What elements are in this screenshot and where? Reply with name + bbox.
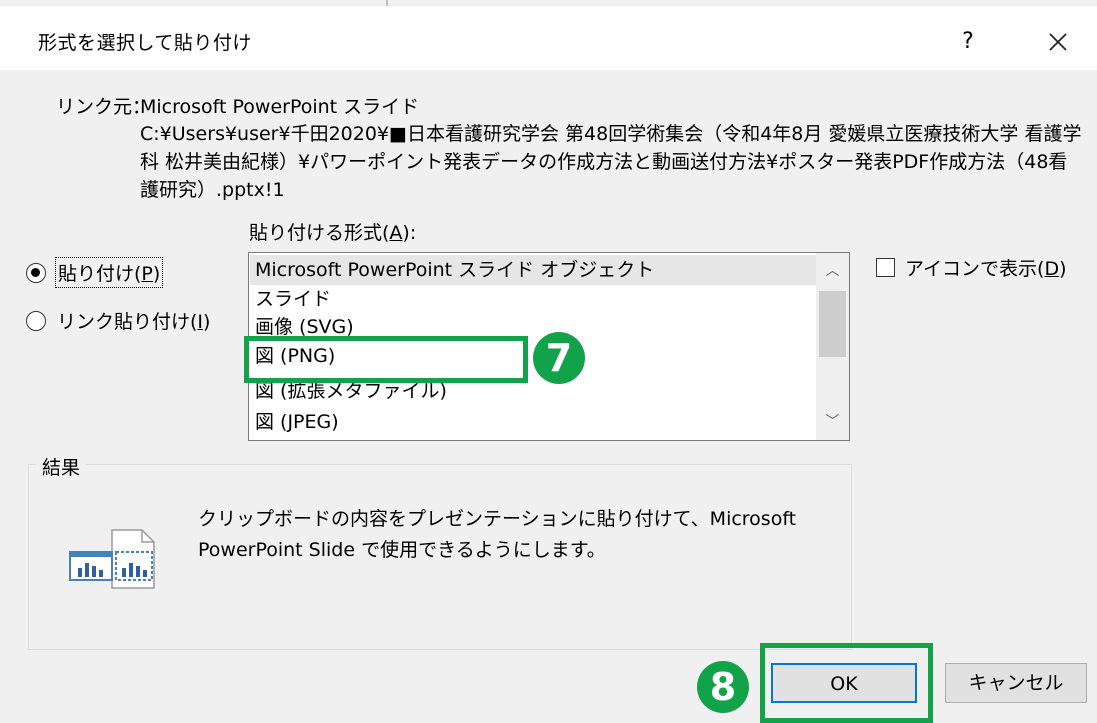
format-list-label: 貼り付ける形式(A): (249, 218, 416, 245)
scroll-up-button[interactable]: ︿ (816, 253, 849, 289)
display-as-icon-label: アイコンで表示(D) (905, 254, 1067, 281)
paste-radio-end: ) (152, 263, 161, 285)
chevron-down-icon: ﹀ (825, 414, 840, 430)
result-label: 結果 (36, 453, 87, 480)
paste-radio-indicator[interactable] (26, 262, 46, 283)
display-as-icon-end: ) (1059, 258, 1067, 280)
step8-badge: 8 (697, 661, 749, 713)
question-icon: ? (962, 29, 974, 54)
paste-link-radio-end: ) (203, 311, 211, 333)
ok-button[interactable]: OK (771, 663, 917, 703)
source-label: リンク元： (56, 96, 152, 118)
list-item[interactable]: Microsoft PowerPoint スライド オブジェクト (250, 255, 816, 285)
paste-link-radio-indicator[interactable] (26, 310, 46, 331)
help-button[interactable]: ? (944, 22, 992, 62)
paste-radio[interactable]: 貼り付け(P) (26, 257, 164, 288)
paste-radio-text: 貼り付け( (58, 263, 142, 285)
cancel-button[interactable]: キャンセル (945, 663, 1087, 703)
display-as-icon-checkbox-box[interactable] (876, 258, 895, 277)
format-label-text: 貼り付ける形式( (249, 222, 390, 244)
scroll-thumb[interactable] (819, 291, 846, 357)
list-item[interactable]: 図 (拡張メタファイル) (255, 376, 447, 406)
step7-badge: 7 (533, 332, 585, 384)
format-list-scrollbar[interactable]: ︿ ﹀ (816, 253, 849, 440)
format-label-key: A (389, 222, 403, 244)
close-icon (1049, 33, 1067, 51)
list-item[interactable]: 図 (PNG) (255, 341, 335, 371)
paste-slide-icon (68, 526, 160, 600)
list-item[interactable]: 図 (JPEG) (255, 407, 339, 437)
list-item[interactable]: スライド (255, 284, 331, 314)
source-path: C:¥Users¥user¥千田2020¥■日本看護研究学会 第48回学術集会（… (140, 123, 1082, 201)
paste-link-radio-text: リンク貼り付け( (57, 311, 198, 333)
paste-link-radio-label: リンク貼り付け(I) (57, 307, 210, 334)
paste-radio-key: P (141, 263, 153, 285)
dialog-title: 形式を選択して貼り付け (38, 32, 252, 54)
paste-special-dialog: 形式を選択して貼り付け ? リンク元： Microsoft PowerPoint… (0, 0, 1097, 723)
result-description: クリップボードの内容をプレゼンテーションに貼り付けて、Microsoft Pow… (198, 508, 797, 561)
chevron-up-icon: ︿ (825, 263, 840, 279)
list-item[interactable]: 画像 (SVG) (255, 312, 354, 342)
source-name: Microsoft PowerPoint スライド (140, 96, 420, 118)
paste-radio-label: 貼り付け(P) (54, 257, 164, 288)
format-label-end: ): (402, 222, 417, 244)
close-button[interactable] (1030, 22, 1086, 62)
scroll-down-button[interactable]: ﹀ (816, 404, 849, 440)
display-as-icon-checkbox[interactable]: アイコンで表示(D) (876, 254, 1067, 281)
paste-link-radio[interactable]: リンク貼り付け(I) (26, 307, 210, 334)
display-as-icon-key: D (1044, 258, 1060, 280)
title-bar: 形式を選択して貼り付け ? (0, 6, 1097, 70)
display-as-icon-text: アイコンで表示( (905, 258, 1045, 280)
